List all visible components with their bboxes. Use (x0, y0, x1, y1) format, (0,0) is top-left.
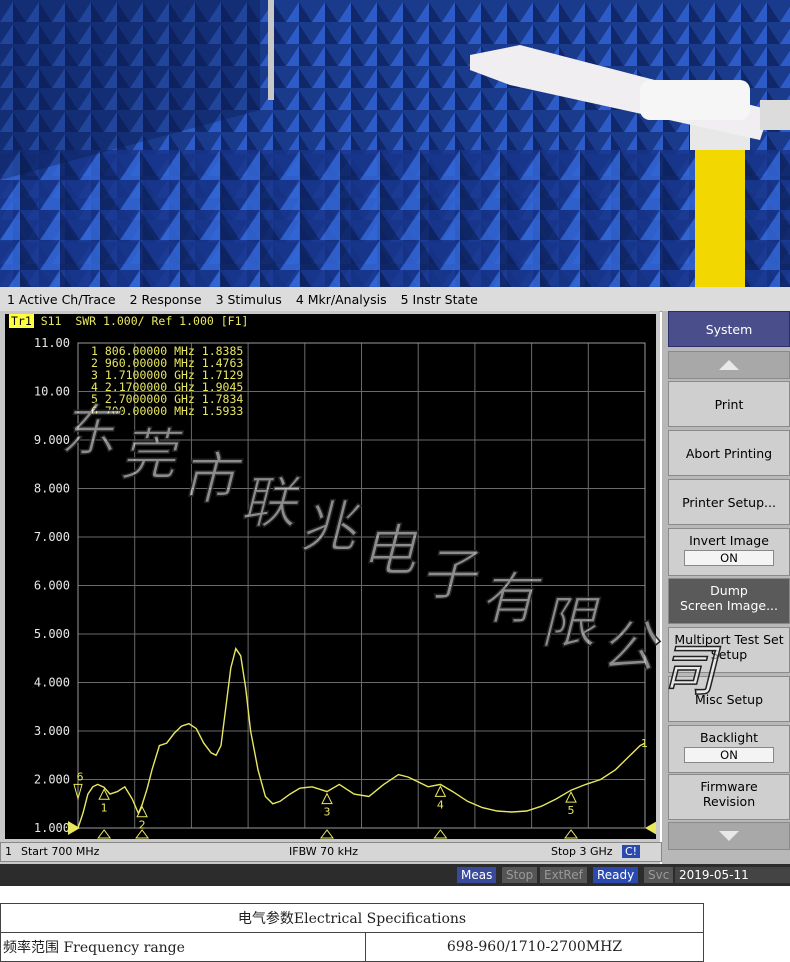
chamber-photo (0, 0, 790, 287)
menu-active-ch-trace[interactable]: 1 Active Ch/Trace (0, 292, 123, 307)
swr-plot: 11.00 10.00 9.000 8.000 7.000 6.000 5.000 4.000… (5, 314, 656, 839)
y-tick-label: 2.000 (34, 773, 70, 787)
marker-label-1: 1 (101, 801, 108, 814)
start-frequency[interactable]: Start 700 MHz (21, 845, 99, 858)
marker-bottom-triangle-5 (564, 829, 579, 839)
marker-bottom-triangle-4 (433, 829, 448, 839)
ifbw[interactable]: IFBW 70 kHz (289, 845, 358, 858)
menu-mkr-analysis[interactable]: 4 Mkr/Analysis (289, 292, 394, 307)
extref-indicator: ExtRef (540, 867, 587, 883)
trace-header: Tr1 S11 SWR 1.000/ Ref 1.000 [F1] (5, 314, 248, 330)
marker-triangle-3 (321, 792, 333, 805)
swr-chart: 11.00 10.00 9.000 8.000 7.000 6.000 5.000 4.000… (34, 336, 656, 839)
print-button[interactable]: Print (668, 381, 790, 427)
backlight-button[interactable]: Backlight ON (668, 725, 790, 773)
y-tick-label: 3.000 (34, 724, 70, 738)
marker-label-6: 6 (77, 771, 84, 784)
dump-label: Dump (710, 583, 748, 598)
invert-image-value: ON (684, 550, 774, 566)
trace-badge[interactable]: Tr1 (9, 314, 34, 328)
abort-printing-button[interactable]: Abort Printing (668, 430, 790, 476)
stop-indicator: Stop (502, 867, 538, 883)
menu-stimulus[interactable]: 3 Stimulus (209, 292, 289, 307)
y-tick-label: 8.000 (34, 482, 70, 496)
stop-frequency[interactable]: Stop 3 GHz (551, 845, 613, 858)
backlight-value: ON (684, 747, 774, 763)
y-tick-label: 6.000 (34, 579, 70, 593)
scroll-down-button[interactable] (668, 822, 790, 850)
marker-triangle-4 (434, 785, 447, 797)
multiport-label: Multiport Test Set (674, 632, 784, 647)
menu-response[interactable]: 2 Response (123, 292, 209, 307)
trace-end-label: 1 (641, 737, 648, 750)
marker-triangle-5 (565, 791, 577, 803)
down-arrow-icon (719, 831, 739, 841)
spec-table-title: 电气参数Electrical Specifications (0, 903, 704, 933)
marker-readout-6: 6 700.00000 MHz 1.5933 (91, 404, 243, 418)
channel-number: 1 (5, 845, 12, 858)
spec-row-label: 频率范围 Frequency range (0, 932, 366, 962)
dump-label-2: Screen Image... (679, 598, 779, 613)
menu-instr-state[interactable]: 5 Instr State (394, 292, 485, 307)
dump-screen-image-button[interactable]: Dump Screen Image... (668, 578, 790, 624)
multiport-label-2: Setup (710, 647, 748, 662)
invert-image-button[interactable]: Invert Image ON (668, 528, 790, 576)
meas-indicator: Meas (457, 867, 497, 883)
date-time: 2019-05-11 22:23 (675, 867, 790, 898)
marker-bottom-triangle-1 (97, 829, 112, 839)
trace-header-text: S11 SWR 1.000/ Ref 1.000 [F1] (33, 314, 249, 328)
y-tick-label: 7.000 (34, 530, 70, 544)
spec-table: 电气参数Electrical Specifications 频率范围 Frequ… (0, 903, 704, 962)
up-arrow-icon (719, 360, 739, 370)
y-tick-label: 1.000 (34, 821, 70, 835)
backlight-label: Backlight (699, 730, 759, 745)
calibration-badge: C! (622, 845, 641, 858)
y-tick-label: 4.000 (34, 676, 70, 690)
analyzer-menu-bar: 1 Active Ch/Trace 2 Response 3 Stimulus … (0, 287, 790, 312)
y-tick-label: 5.000 (34, 627, 70, 641)
softkey-panel: System Print Abort Printing Printer Setu… (662, 311, 790, 864)
invert-image-label: Invert Image (689, 533, 769, 548)
firmware-label: Firmware (700, 779, 758, 794)
marker-label-5: 5 (568, 804, 575, 817)
printer-setup-button[interactable]: Printer Setup... (668, 479, 790, 525)
scroll-up-button[interactable] (668, 351, 790, 379)
marker-bottom-triangle-3 (319, 829, 334, 839)
firmware-revision-button[interactable]: Firmware Revision (668, 774, 790, 820)
system-menu-title: System (668, 311, 790, 347)
marker-label-3: 3 (323, 806, 330, 819)
y-tick-label: 11.00 (34, 336, 70, 350)
y-tick-label: 10.00 (34, 385, 70, 399)
spec-row-value: 698-960/1710-2700MHZ (365, 932, 704, 962)
misc-setup-button[interactable]: Misc Setup (668, 676, 790, 722)
y-tick-label: 9.000 (34, 433, 70, 447)
analyzer-display: 11.00 10.00 9.000 8.000 7.000 6.000 5.000 4.000… (0, 311, 662, 864)
multiport-test-set-button[interactable]: Multiport Test Set Setup (668, 627, 790, 673)
instrument-status-bar: Meas Stop ExtRef Ready Svc 2019-05-11 22… (0, 864, 790, 898)
firmware-label-2: Revision (702, 794, 756, 809)
ready-indicator: Ready (593, 867, 639, 883)
reference-arrow-right (645, 821, 656, 835)
svc-indicator: Svc (644, 867, 674, 883)
marker-label-4: 4 (437, 798, 444, 811)
channel-status-bar: 1 Start 700 MHz IFBW 70 kHz Stop 3 GHz C… (0, 842, 662, 862)
